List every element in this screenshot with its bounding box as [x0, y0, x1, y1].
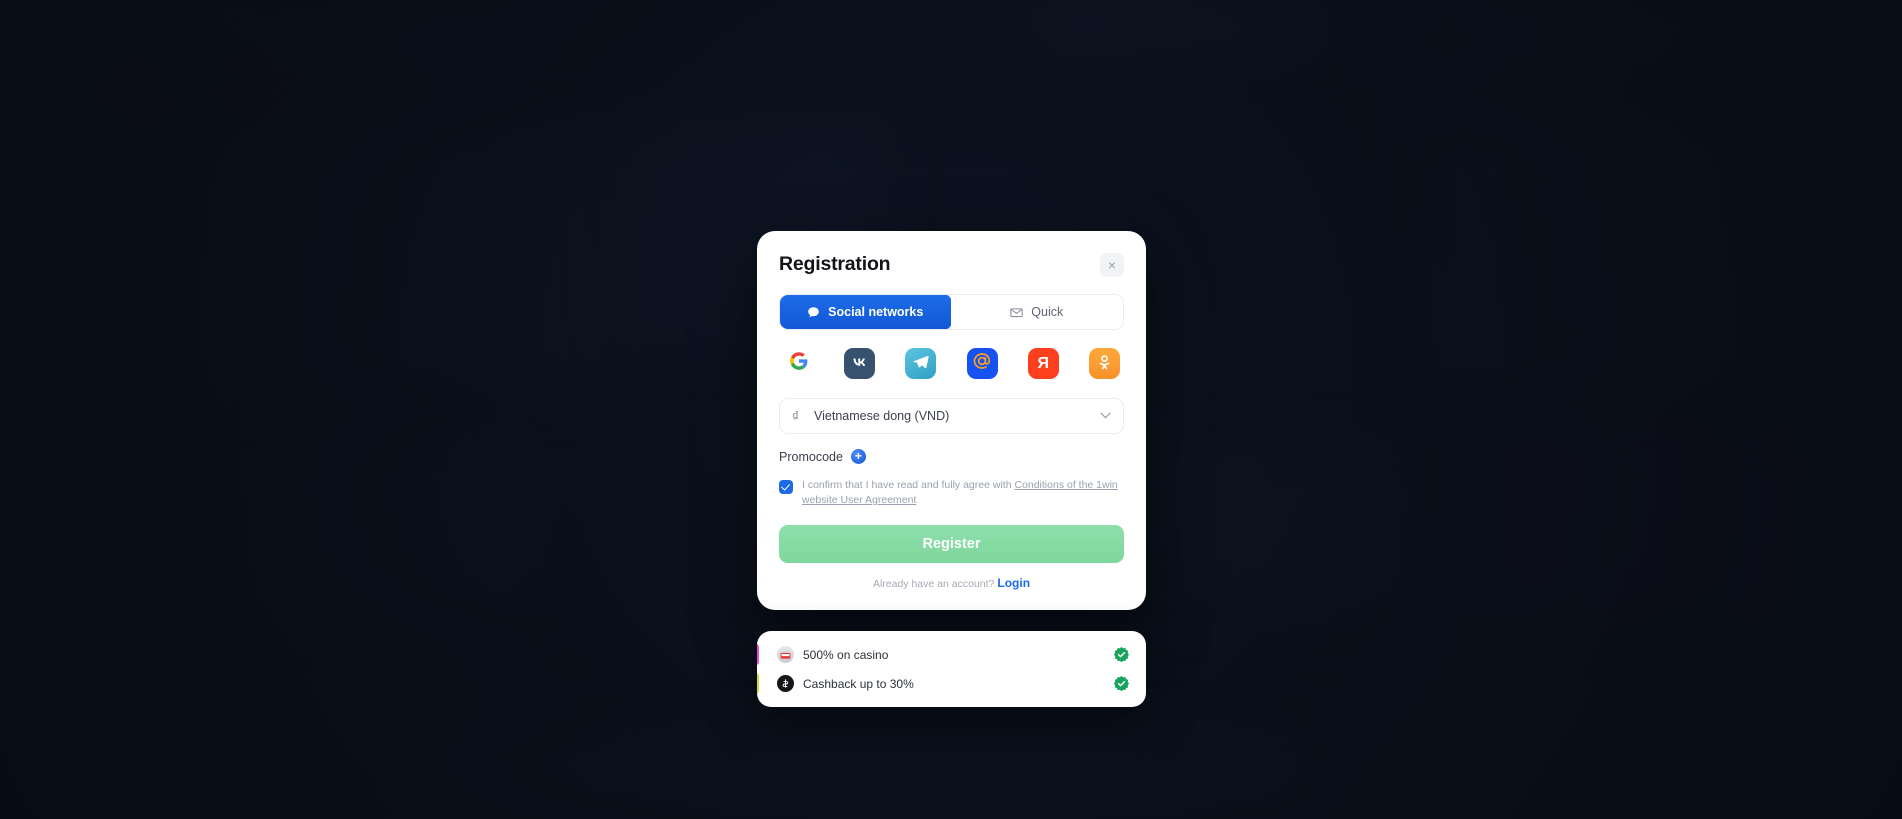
promocode-toggle[interactable]: Promocode + [779, 449, 866, 464]
agreement-text-prefix: I confirm that I have read and fully agr… [802, 479, 1015, 491]
odnoklassniki-icon [1096, 354, 1113, 374]
vk-login-button[interactable] [844, 348, 876, 379]
google-icon [789, 352, 808, 375]
agreement-row: I confirm that I have read and fully agr… [779, 478, 1124, 508]
agreement-checkbox[interactable] [779, 480, 793, 494]
verified-check-icon [1113, 675, 1130, 692]
vk-icon [850, 353, 869, 375]
dong-currency-icon: ₫ [792, 408, 800, 424]
bonus-accent-bar [757, 673, 759, 694]
chat-bubble-icon [807, 306, 820, 319]
agreement-text: I confirm that I have read and fully agr… [802, 478, 1124, 508]
tab-quick[interactable]: Quick [950, 295, 1123, 329]
bonus-row-cashback[interactable]: Cashback up to 30% [757, 669, 1146, 698]
registration-method-tabs: Social networks Quick [779, 294, 1124, 330]
bonus-accent-bar [757, 644, 759, 665]
tab-social-networks-label: Social networks [828, 305, 924, 319]
page-title: Registration [779, 253, 891, 275]
registration-modal: Registration × Social networks Quick Я ₫… [757, 231, 1146, 611]
coin-icon [777, 675, 794, 692]
promocode-label: Promocode [779, 449, 843, 464]
envelope-icon [1010, 306, 1023, 319]
casino-icon [777, 646, 794, 663]
chevron-down-icon [1100, 410, 1111, 422]
google-login-button[interactable] [783, 348, 814, 379]
modal-header: Registration × [779, 253, 1124, 277]
bonus-row-casino-label: 500% on casino [803, 647, 889, 662]
telegram-icon [911, 352, 930, 376]
login-link[interactable]: Login [997, 576, 1030, 590]
login-prompt-text: Already have an account? [872, 578, 995, 591]
telegram-login-button[interactable] [905, 348, 937, 379]
tab-quick-label: Quick [1031, 305, 1064, 319]
social-login-row: Я [779, 348, 1124, 379]
yandex-login-button[interactable]: Я [1027, 348, 1059, 379]
close-icon[interactable]: × [1100, 253, 1124, 277]
bonus-row-casino[interactable]: 500% on casino [757, 640, 1146, 669]
yandex-icon: Я [1037, 354, 1050, 372]
bonus-row-cashback-label: Cashback up to 30% [803, 676, 914, 691]
register-button[interactable]: Register [779, 525, 1124, 564]
login-prompt-row: Already have an account? Login [779, 576, 1124, 590]
currency-select-value: Vietnamese dong (VND) [814, 409, 950, 423]
tab-social-networks[interactable]: Social networks [780, 295, 952, 329]
verified-check-icon [1113, 646, 1130, 663]
plus-icon[interactable]: + [850, 449, 866, 464]
odnoklassniki-login-button[interactable] [1088, 348, 1120, 379]
bonus-list-card: 500% on casino Cashback up to 30% [757, 631, 1146, 707]
currency-select[interactable]: ₫ Vietnamese dong (VND) [779, 398, 1124, 434]
mailru-login-button[interactable] [966, 348, 998, 379]
mail-at-icon [972, 351, 992, 376]
